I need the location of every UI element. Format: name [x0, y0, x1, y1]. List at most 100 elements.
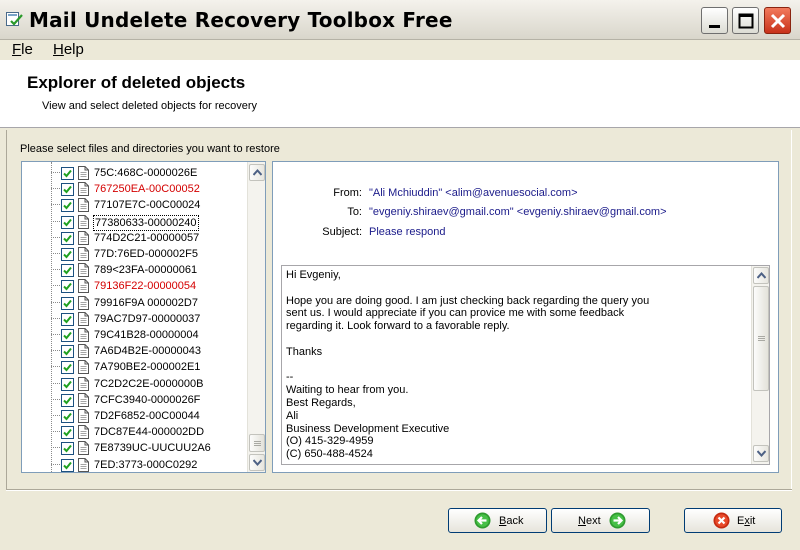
document-icon: [78, 279, 89, 294]
tree-item-checkbox[interactable]: [61, 167, 74, 180]
next-button[interactable]: Next: [551, 508, 650, 533]
tree-connector: [51, 350, 60, 352]
maximize-button[interactable]: [732, 7, 759, 34]
tree-item-label: 77D:76ED-000002F5: [94, 248, 198, 260]
tree-connector: [51, 188, 60, 190]
tree-item-label: 77380633-00000240: [93, 214, 199, 231]
document-icon: [78, 166, 89, 180]
tree-item[interactable]: 75C:468C-0000026E: [22, 165, 248, 181]
tree-item-checkbox[interactable]: [61, 264, 74, 278]
tree-item[interactable]: 7C2D2C2E-0000000B: [22, 376, 248, 392]
tree-item-label: 7C2D2C2E-0000000B: [94, 377, 204, 390]
document-icon: [78, 344, 89, 359]
tree-connector: [51, 334, 60, 335]
tree-item[interactable]: 789<23FA-00000061: [22, 262, 248, 278]
body-scroll-thumb[interactable]: [753, 286, 769, 391]
tree-connector: [51, 463, 60, 465]
window-title: Mail Undelete Recovery Toolbox Free: [29, 8, 453, 32]
tree-item-checkbox[interactable]: [61, 361, 74, 375]
tree-connector: [51, 220, 60, 222]
tree-connector: [51, 172, 60, 173]
tree-scrollbar[interactable]: [247, 162, 265, 472]
tree-connector: [51, 253, 60, 254]
tree-connector: [51, 317, 60, 319]
document-icon: [78, 230, 89, 245]
tree-item-checkbox[interactable]: [61, 377, 74, 391]
tree-item-label: 789<23FA-00000061: [94, 264, 198, 277]
tree-item-label: 75C:468C-0000026E: [94, 167, 198, 179]
minimize-button[interactable]: [701, 7, 728, 34]
body-scroll-down-button[interactable]: [753, 445, 769, 462]
tree-item-label: 79136F22-00000054: [94, 280, 197, 293]
tree-item[interactable]: 767250EA-00C00052: [22, 181, 248, 197]
document-icon: [78, 441, 89, 456]
tree-scroll-down-button[interactable]: [249, 454, 265, 471]
title-bar: Mail Undelete Recovery Toolbox Free: [0, 0, 800, 40]
tree-item[interactable]: 7A6D4B2E-00000043: [22, 343, 248, 359]
tree-item[interactable]: 774D2C21-00000057: [22, 230, 248, 246]
tree-item-checkbox[interactable]: [61, 183, 74, 197]
exit-button[interactable]: Exit: [684, 508, 782, 533]
from-label: From:: [333, 187, 362, 199]
tree-item[interactable]: 79916F9A 000002D7: [22, 295, 248, 311]
wizard-header: Explorer of deleted objects View and sel…: [0, 60, 800, 128]
document-icon: [78, 182, 89, 197]
tree-item-checkbox[interactable]: [61, 296, 74, 310]
tree-item-label: 79916F9A 000002D7: [94, 296, 198, 309]
tree-item[interactable]: 7D2F6852-00C00044: [22, 408, 248, 424]
tree-item[interactable]: 79C41B28-00000004: [22, 327, 248, 343]
tree-item[interactable]: 79AC7D97-00000037: [22, 311, 248, 327]
document-icon: [78, 360, 89, 375]
tree-item-label: 7ED:3773-000C0292: [94, 458, 198, 471]
tree-scroll-thumb[interactable]: [249, 434, 265, 452]
from-value: "Ali Mchiuddin" <alim@avenuesocial.com>: [369, 187, 578, 199]
next-arrow-icon: [609, 512, 626, 529]
menu-file[interactable]: Fle: [12, 41, 33, 58]
message-body[interactable]: Hi Evgeniy, Hope you are doing good. I a…: [281, 265, 770, 465]
tree-connector: [51, 415, 60, 416]
document-icon: [78, 328, 89, 342]
tree-item-label: 7CFC3940-0000026F: [94, 393, 201, 406]
tree-connector: [51, 301, 60, 303]
tree-item-checkbox[interactable]: [61, 393, 74, 407]
tree-connector: [51, 366, 60, 368]
tree-item-label: 7A790BE2-000002E1: [94, 361, 201, 374]
tree-item-label: 7D2F6852-00C00044: [94, 410, 200, 422]
to-value: "evgeniy.shiraev@gmail.com" <evgeniy.shi…: [369, 206, 667, 218]
document-icon: [78, 392, 89, 407]
tree-item[interactable]: 79136F22-00000054: [22, 278, 248, 294]
tree-scroll-up-button[interactable]: [249, 164, 265, 181]
back-arrow-icon: [474, 512, 491, 529]
tree-item-checkbox[interactable]: [61, 458, 74, 472]
tree-item[interactable]: 7ED:3773-000C0292: [22, 457, 248, 472]
footer-separator: [6, 489, 792, 491]
tree-item-checkbox[interactable]: [61, 280, 74, 294]
tree-item[interactable]: 7DC87E44-000002DD: [22, 424, 248, 440]
close-button[interactable]: [764, 7, 791, 34]
tree-item[interactable]: 77380633-00000240: [22, 214, 248, 231]
tree-item-checkbox[interactable]: [61, 312, 74, 326]
tree-item-checkbox[interactable]: [61, 329, 74, 342]
body-scroll-up-button[interactable]: [753, 267, 769, 284]
document-icon: [78, 263, 89, 278]
back-button[interactable]: Back: [448, 508, 547, 533]
tree-item-checkbox[interactable]: [61, 426, 74, 440]
tree-item-checkbox[interactable]: [61, 199, 74, 213]
document-icon: [78, 295, 89, 310]
subject-value: Please respond: [369, 226, 446, 238]
object-tree[interactable]: 75C:468C-0000026E 767250EA-00C00052 77107E…: [21, 161, 266, 473]
tree-item-checkbox[interactable]: [61, 231, 74, 245]
tree-item[interactable]: 7A790BE2-000002E1: [22, 359, 248, 375]
tree-item-checkbox[interactable]: [61, 248, 74, 261]
document-icon: [78, 409, 89, 423]
tree-item[interactable]: 77D:76ED-000002F5: [22, 246, 248, 262]
tree-item-checkbox[interactable]: [61, 442, 74, 456]
tree-item-checkbox[interactable]: [61, 410, 74, 423]
tree-item-checkbox[interactable]: [61, 215, 74, 229]
menu-help[interactable]: Help: [53, 41, 84, 58]
tree-item[interactable]: 7CFC3940-0000026F: [22, 392, 248, 408]
tree-item[interactable]: 77107E7C-00C00024: [22, 197, 248, 213]
tree-item-checkbox[interactable]: [61, 345, 74, 359]
body-scrollbar[interactable]: [751, 266, 769, 464]
tree-item[interactable]: 7E8739UC-UUCUU2A6: [22, 440, 248, 456]
